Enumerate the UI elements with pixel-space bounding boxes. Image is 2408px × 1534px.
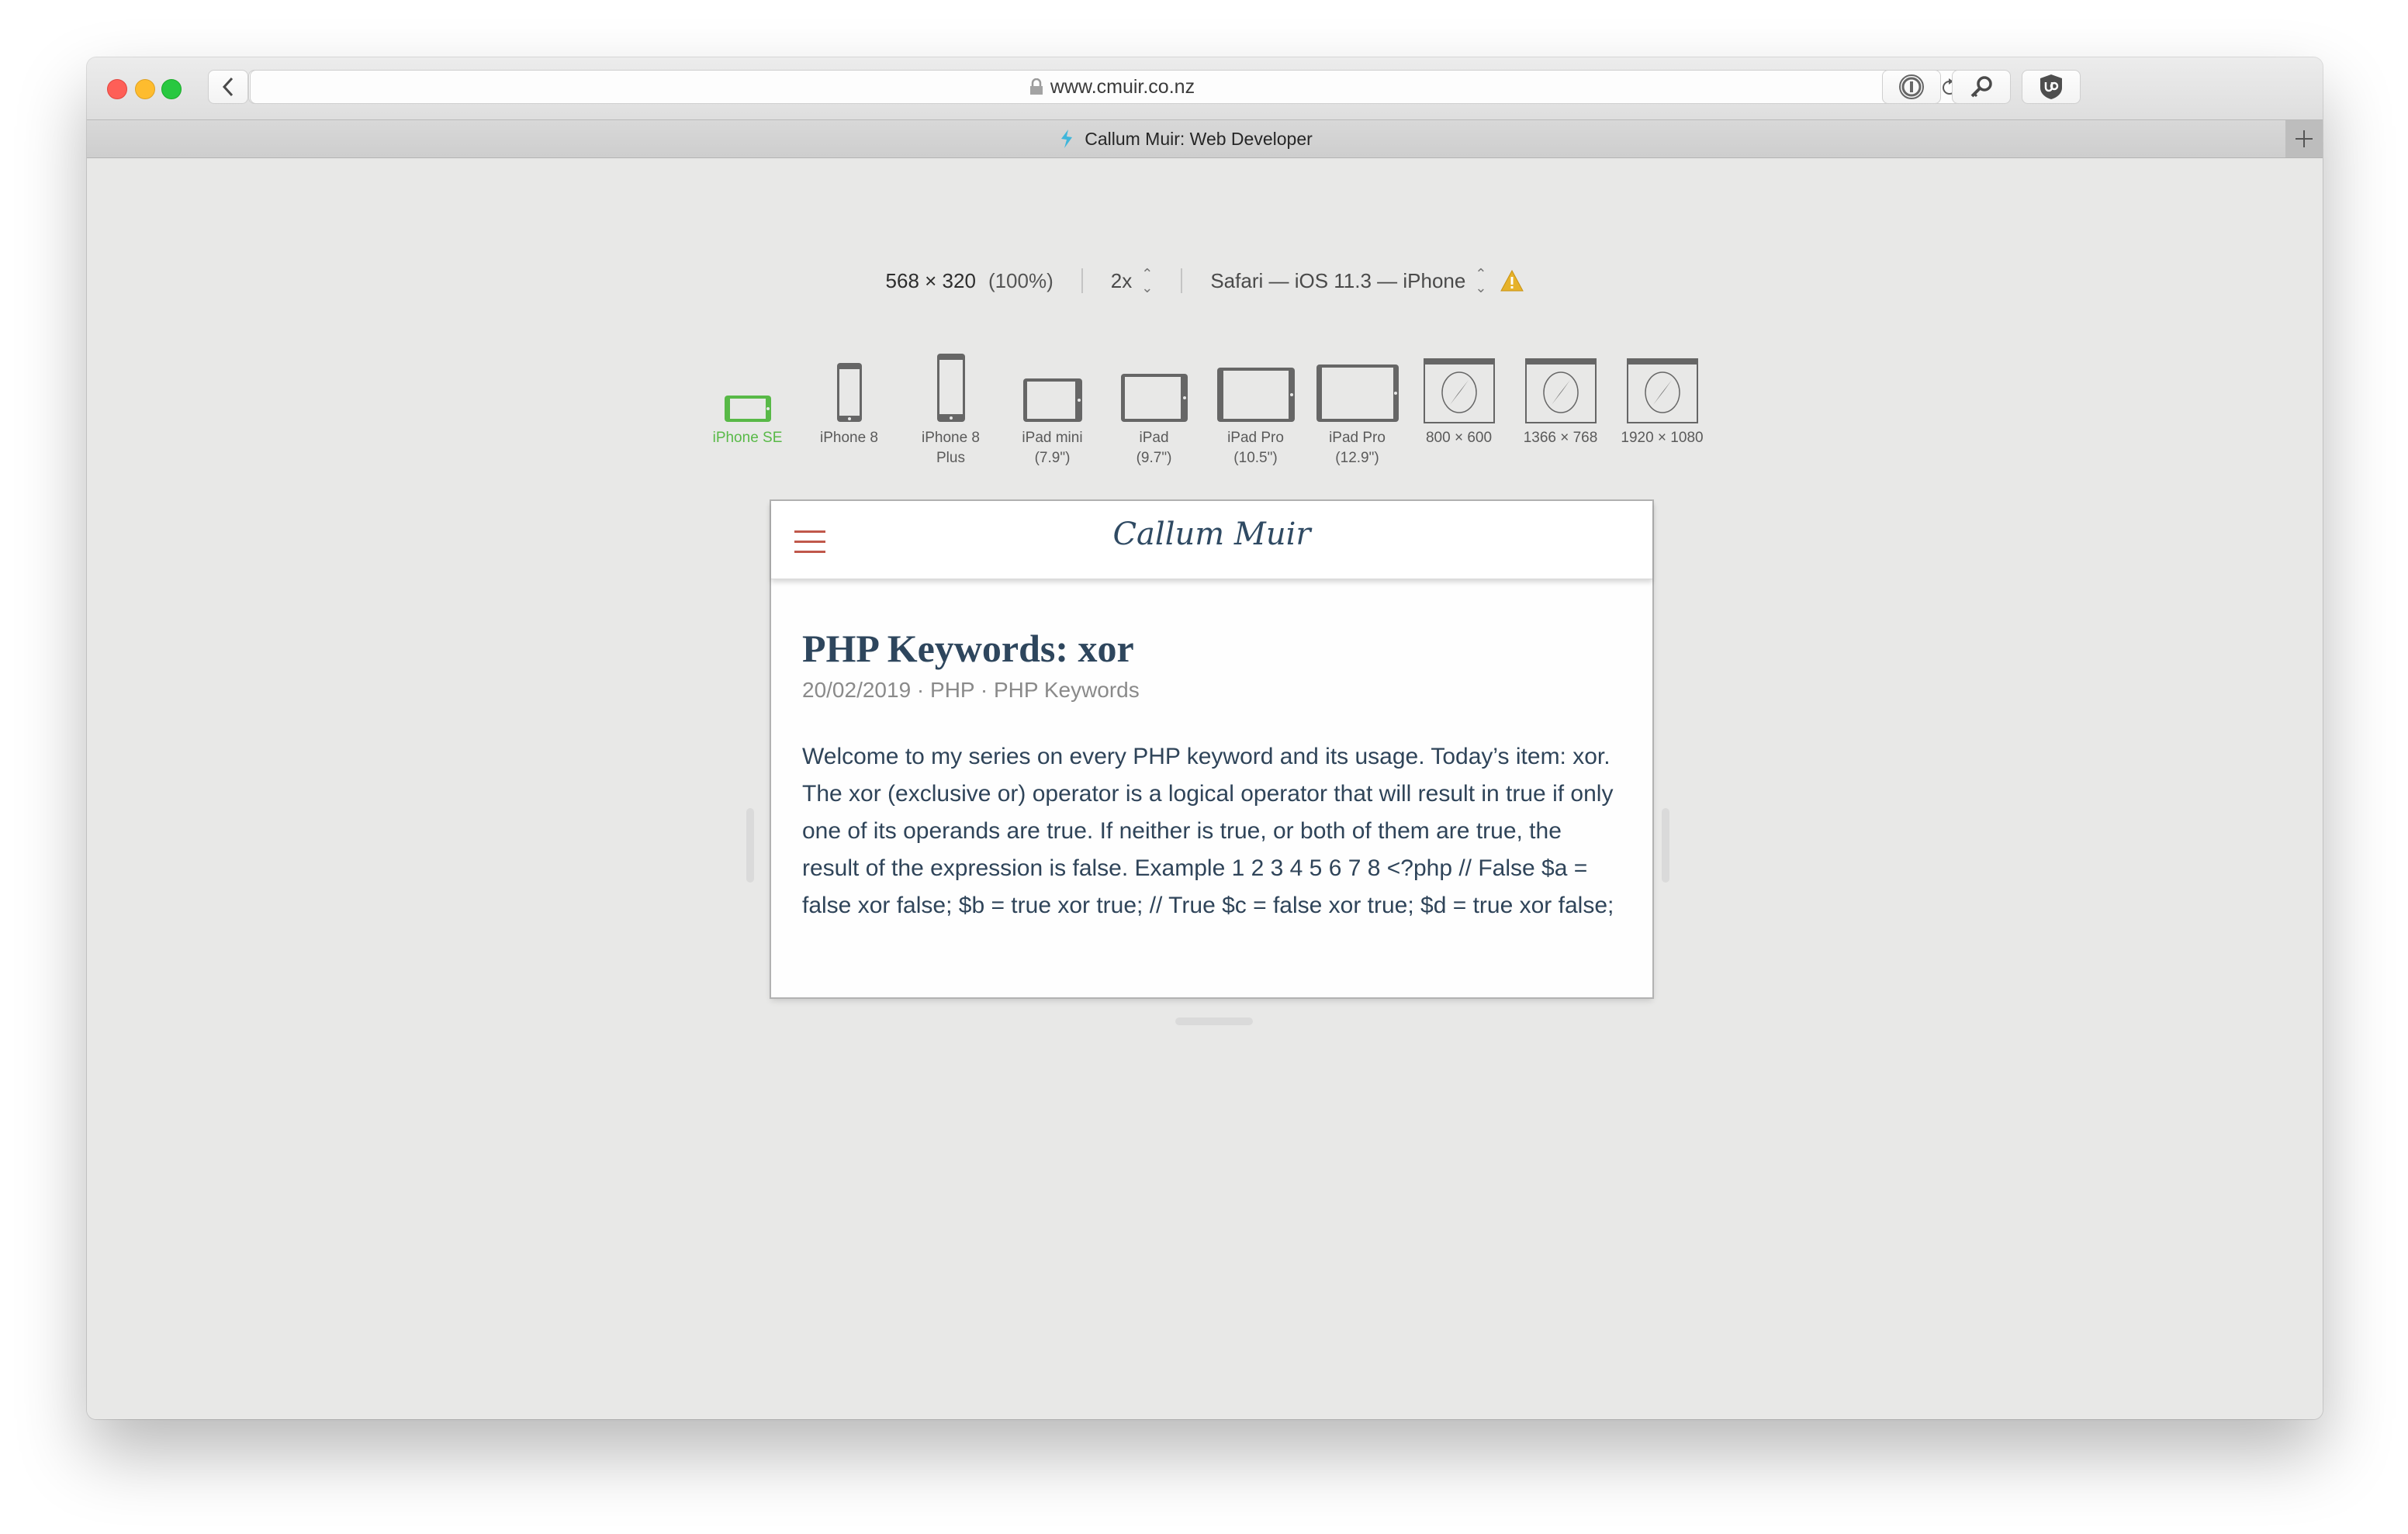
lightning-favicon-icon	[1061, 130, 1073, 148]
responsive-design-mode: 568 × 320 (100%) 2x ⌃ ⌄ Safari — iOS 11.3 …	[87, 158, 2323, 1419]
close-window-button[interactable]	[107, 79, 127, 99]
device-label: 1366 × 768	[1523, 430, 1598, 446]
post-body: Welcome to my series on every PHP keywor…	[802, 744, 1614, 918]
pixel-ratio-select[interactable]: 2x ⌃ ⌄	[1111, 267, 1154, 295]
updown-chevron-icon: ⌃ ⌄	[1475, 266, 1487, 295]
device-label: iPhone 8	[819, 430, 878, 446]
user-agent-select[interactable]: Safari — iOS 11.3 — iPhone ⌃ ⌄	[1210, 267, 1486, 295]
warning-triangle-icon[interactable]	[1500, 270, 1524, 292]
device-label: 800 × 600	[1425, 430, 1493, 446]
device-iphone-se[interactable]: iPhone SE	[697, 337, 798, 468]
iphone-landscape-icon	[724, 396, 771, 422]
browser-window: www.cmuir.co.nz Callum Muir: Web Develop…	[87, 57, 2323, 1419]
viewport-dimensions[interactable]: 568 × 320	[886, 269, 976, 293]
device-picker: iPhone SE iPhone 8 iPhone 8 Plus iPad mi…	[87, 337, 2323, 468]
site-title[interactable]: Callum Muir	[771, 517, 1652, 552]
device-viewport: Callum Muir PHP Keywords: xor 20/02/2019…	[771, 501, 1652, 997]
device-iphone-8-plus[interactable]: iPhone 8 Plus	[900, 337, 1002, 468]
pixel-ratio-value: 2x	[1110, 268, 1133, 292]
minimize-window-button[interactable]	[135, 79, 155, 99]
tab-title: Callum Muir: Web Developer	[1085, 128, 1313, 149]
address-bar[interactable]: www.cmuir.co.nz	[250, 70, 1975, 104]
safari-window-icon	[1524, 358, 1597, 423]
device-800x600[interactable]: 800 × 600	[1408, 337, 1510, 468]
iphone-plus-icon	[936, 354, 965, 422]
new-tab-plus-icon	[2296, 130, 2313, 147]
device-label: iPhone 8 Plus	[921, 430, 980, 466]
lock-icon	[1029, 78, 1043, 95]
ipad-icon	[1120, 374, 1188, 422]
device-label: iPad (9.7")	[1136, 430, 1172, 466]
device-ipad-pro-10-5[interactable]: iPad Pro (10.5")	[1205, 337, 1306, 468]
post-title: PHP Keywords: xor	[802, 627, 1134, 670]
key-search-button[interactable]	[1952, 70, 2011, 104]
1password-icon	[1899, 74, 1924, 99]
back-icon	[222, 77, 234, 97]
device-1920x1080[interactable]: 1920 × 1080	[1611, 337, 1713, 468]
divider	[1181, 268, 1183, 293]
maximize-window-button[interactable]	[161, 79, 182, 99]
ublock-shield-icon	[2040, 74, 2062, 99]
device-iphone-8[interactable]: iPhone 8	[798, 337, 900, 468]
tab-bar: Callum Muir: Web Developer	[87, 120, 2323, 158]
ipad-pro-icon	[1216, 368, 1295, 422]
ublock-button[interactable]	[2022, 70, 2081, 104]
safari-window-icon	[1626, 358, 1698, 423]
ipad-pro-large-icon	[1316, 364, 1399, 422]
article: PHP Keywords: xor 20/02/2019 · PHP · PHP…	[802, 625, 1621, 924]
device-label: 1920 × 1080	[1621, 430, 1704, 446]
device-label: iPad Pro (10.5")	[1227, 430, 1284, 466]
user-agent-value: Safari — iOS 11.3 — iPhone	[1210, 268, 1466, 292]
resize-handle-left[interactable]	[746, 808, 754, 883]
device-ipad[interactable]: iPad (9.7")	[1103, 337, 1205, 468]
new-tab-button[interactable]	[2285, 120, 2323, 157]
device-label: iPhone SE	[712, 430, 783, 446]
site-header: Callum Muir	[771, 501, 1652, 579]
post-meta: 20/02/2019 · PHP · PHP Keywords	[802, 678, 1140, 702]
viewport-zoom: (100%)	[988, 268, 1054, 292]
resize-handle-bottom[interactable]	[1175, 1017, 1253, 1025]
safari-window-icon	[1423, 358, 1495, 423]
back-button[interactable]	[208, 70, 248, 104]
active-tab[interactable]: Callum Muir: Web Developer	[87, 120, 2285, 157]
device-ipad-mini[interactable]: iPad mini (7.9")	[1002, 337, 1103, 468]
ipad-mini-icon	[1022, 378, 1082, 422]
browser-toolbar: www.cmuir.co.nz	[87, 57, 2323, 120]
1password-button[interactable]	[1882, 70, 1941, 104]
device-label: iPad Pro (12.9")	[1329, 430, 1386, 466]
device-1366x768[interactable]: 1366 × 768	[1510, 337, 1611, 468]
url-text: www.cmuir.co.nz	[1050, 75, 1195, 98]
device-ipad-pro-12-9[interactable]: iPad Pro (12.9")	[1306, 337, 1408, 468]
iphone-icon	[836, 363, 862, 422]
divider	[1081, 268, 1083, 293]
key-search-icon	[1970, 76, 1992, 98]
device-label: iPad mini (7.9")	[1022, 430, 1083, 466]
updown-chevron-icon: ⌃ ⌄	[1141, 266, 1154, 295]
resize-handle-right[interactable]	[1662, 808, 1669, 883]
rdm-toolbar: 568 × 320 (100%) 2x ⌃ ⌄ Safari — iOS 11.3 …	[87, 267, 2323, 295]
